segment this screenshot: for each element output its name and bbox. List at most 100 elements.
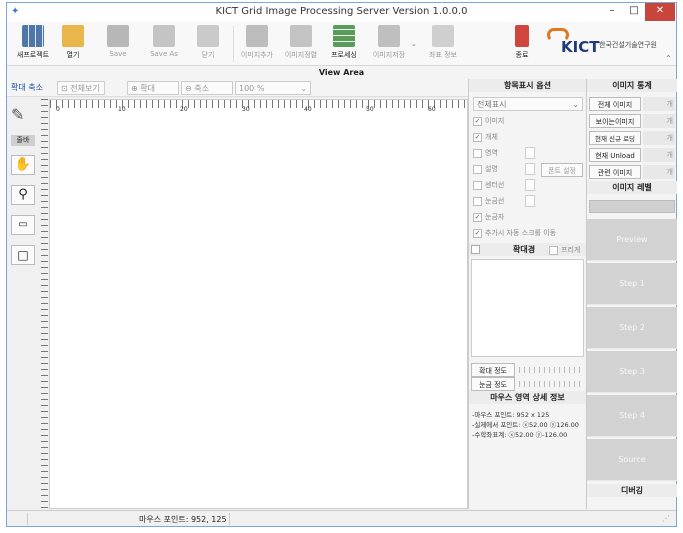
rectangle-tool-icon[interactable]: □: [11, 245, 35, 265]
coordinate-icon: [432, 25, 454, 47]
stat-unload[interactable]: 현재 Unload: [589, 148, 641, 162]
ruler-tick-label: 50: [366, 106, 374, 113]
zoom-in-icon: ⊕: [131, 84, 141, 93]
mouse-info-line: -실제에서 포인트: ⓧ52.00 ⓨ126.00: [472, 421, 579, 429]
checkbox-auto-scroll[interactable]: ✓ 추가시 자동 스크롤 이동: [473, 228, 556, 238]
preview-box[interactable]: Preview: [587, 219, 677, 261]
checkbox-center-line[interactable]: 센터선: [473, 180, 504, 190]
add-image-button[interactable]: 이미지추가: [237, 24, 277, 64]
save-as-button[interactable]: Save As: [147, 24, 181, 64]
vertical-ruler: [41, 99, 48, 509]
color-swatch[interactable]: [525, 147, 535, 159]
collapse-icon[interactable]: ⌃: [665, 54, 672, 63]
image-level-header: 이미지 레벨: [587, 181, 677, 194]
fit-icon: ⊡: [61, 84, 71, 93]
stat-visible-images[interactable]: 보이는이미지: [589, 114, 641, 128]
stat-unload-value: 개: [643, 148, 675, 162]
exit-icon: [515, 25, 529, 47]
color-swatch[interactable]: [525, 163, 535, 175]
step-4-box[interactable]: Step 4: [587, 395, 677, 437]
checkbox-grid-line[interactable]: 눈금선: [473, 196, 504, 206]
left-toolbox: ✎ 줄바 ✋ ⚲ ▭ □: [7, 99, 49, 509]
magnifier-color-box[interactable]: [471, 245, 480, 254]
magnifier-header: 확대경 프리게: [469, 243, 586, 256]
zoom-out-button[interactable]: ⊖ 축소: [181, 81, 233, 95]
new-project-button[interactable]: 새프로젝트: [13, 24, 53, 64]
image-sort-icon: [290, 25, 312, 47]
status-bar: 마우스 포인트: 952, 125 ⋰: [7, 510, 676, 526]
checkbox-object[interactable]: ✓ 개체: [473, 132, 498, 142]
stat-related-images[interactable]: 관련 이미지: [589, 165, 641, 179]
zoom-in-button[interactable]: ⊕ 확대: [127, 81, 179, 95]
ribbon-toolbar: 새프로젝트 열기 Save Save As 닫기 이미지추가 이미지정렬 프로세…: [7, 22, 676, 66]
view-canvas[interactable]: 0 10 20 30 40 50 60: [49, 99, 468, 509]
checkbox-description[interactable]: 설명: [473, 164, 498, 174]
exit-button[interactable]: 종료: [507, 24, 537, 64]
image-stats-header: 이미지 통계: [587, 79, 677, 92]
resize-grip-icon[interactable]: ⋰: [662, 514, 670, 523]
zoom-select[interactable]: 100 % ⌄: [235, 81, 311, 95]
display-options-header: 항목표시 옵션: [469, 79, 586, 92]
stat-total-images[interactable]: 전체 이미지: [589, 97, 641, 111]
tab-zoom[interactable]: 확대 축소: [11, 82, 43, 93]
app-window: ✦ KICT Grid Image Processing Server Vers…: [6, 2, 677, 527]
image-save-icon: [378, 25, 400, 47]
color-swatch[interactable]: [525, 195, 535, 207]
sort-image-button[interactable]: 이미지정렬: [281, 24, 321, 64]
status-divider: [27, 513, 28, 525]
ruler-label: 줄바: [11, 135, 35, 146]
ruler-tick-label: 60: [428, 106, 436, 113]
minimize-button[interactable]: –: [601, 3, 623, 21]
checkbox-freeze[interactable]: 프리게: [549, 245, 580, 255]
zoom-degree-slider[interactable]: [519, 367, 583, 373]
title-bar: ✦ KICT Grid Image Processing Server Vers…: [7, 3, 676, 22]
ruler-tick-label: 40: [304, 106, 312, 113]
dropdown-arrow-icon[interactable]: ⌄: [411, 40, 417, 48]
coord-info-button[interactable]: 좌표 정보: [423, 24, 463, 64]
display-mode-select[interactable]: 전체표시 ⌄: [473, 97, 583, 111]
processing-button[interactable]: 프로세싱: [327, 24, 361, 64]
image-stats-panel: 이미지 통계 전체 이미지 개 보이는이미지 개 현재 신규 로딩 개 현재 U…: [586, 79, 677, 509]
folder-icon: [62, 25, 84, 47]
checkbox-region[interactable]: 영역: [473, 148, 498, 158]
step-3-box[interactable]: Step 3: [587, 351, 677, 393]
zoom-degree-button[interactable]: 확대 정도: [471, 363, 515, 377]
step-2-box[interactable]: Step 2: [587, 307, 677, 349]
maximize-button[interactable]: □: [623, 3, 645, 21]
measure-tool-icon[interactable]: ▭: [11, 215, 35, 235]
mouse-info-header: 마우스 영역 상세 정보: [469, 391, 586, 404]
kict-logo: KICT 한국건설기술연구원: [547, 28, 671, 58]
status-divider: [229, 513, 230, 525]
checkbox-ruler[interactable]: ✓ 눈금자: [473, 212, 504, 222]
save-image-button[interactable]: 이미지저장: [369, 24, 409, 64]
chevron-down-icon: ⌄: [572, 100, 579, 109]
stat-new-loading[interactable]: 현재 신규 로딩: [589, 131, 641, 145]
magnifier-tool-icon[interactable]: ⚲: [11, 185, 35, 205]
mouse-info-line: -수학좌표계: ⓧ52.00 ⓨ-126.00: [472, 431, 568, 439]
ruler-tick-label: 10: [118, 106, 126, 113]
open-button[interactable]: 열기: [59, 24, 87, 64]
ruler-tick-label: 0: [56, 106, 60, 113]
zoom-toolbar: 확대 축소 ⊡ 전체보기 ⊕ 확대 ⊖ 축소 100 % ⌄: [7, 79, 468, 97]
grid-degree-slider[interactable]: [519, 381, 583, 387]
status-mouse-point: 마우스 포인트: 952, 125: [139, 515, 227, 524]
stat-total-value: 개: [643, 97, 675, 111]
grid-degree-button[interactable]: 눈금 정도: [471, 377, 515, 391]
image-add-icon: [246, 25, 268, 47]
processing-grid-icon: [333, 25, 355, 47]
hand-tool-icon[interactable]: ✋: [11, 155, 35, 175]
close-window-button[interactable]: ✕: [645, 3, 675, 21]
pen-tool-icon[interactable]: ✎: [11, 105, 35, 125]
view-area-label: View Area: [7, 66, 676, 79]
save-button[interactable]: Save: [103, 24, 133, 64]
close-project-button[interactable]: 닫기: [193, 24, 223, 64]
color-swatch[interactable]: [525, 179, 535, 191]
step-1-box[interactable]: Step 1: [587, 263, 677, 305]
stat-new-loading-value: 개: [643, 131, 675, 145]
fit-all-button[interactable]: ⊡ 전체보기: [57, 81, 105, 95]
window-title: KICT Grid Image Processing Server Versio…: [215, 6, 468, 17]
font-settings-button[interactable]: 폰트 설정: [541, 163, 583, 177]
source-box[interactable]: Source: [587, 439, 677, 481]
checkbox-image[interactable]: ✓ 이미지: [473, 116, 504, 126]
mouse-info-line: -마우스 포인트: 952 x 125: [472, 411, 550, 419]
